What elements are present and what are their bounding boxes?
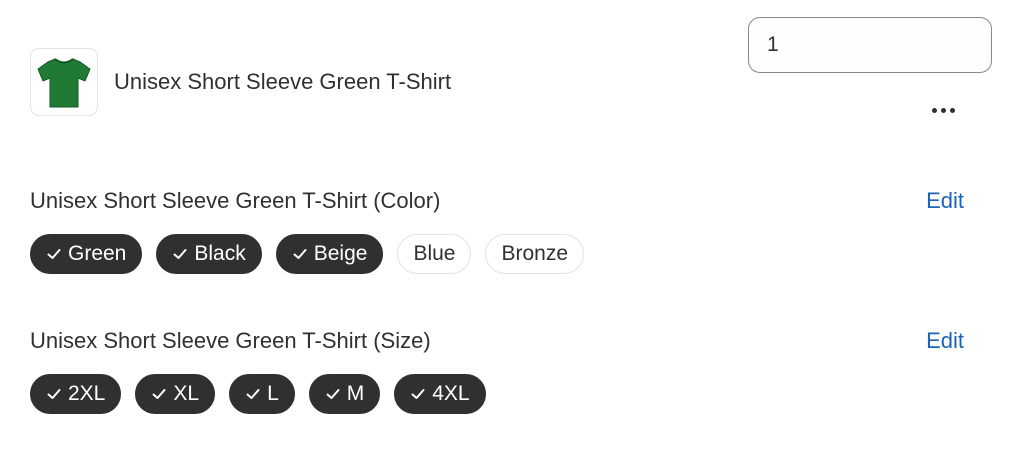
option-title: Unisex Short Sleeve Green T-Shirt (Size) [30,328,431,353]
quantity-input[interactable] [748,17,992,73]
chip-label: 4XL [432,382,470,405]
more-horizontal-icon-dot [940,107,946,113]
chip-label: L [267,382,279,405]
checkmark-icon [293,249,307,259]
more-horizontal-icon [931,107,937,113]
tshirt-icon [37,58,91,108]
option-group-color: Unisex Short Sleeve Green T-Shirt (Color… [30,186,970,274]
chip-2xl[interactable]: 2XL [30,374,122,414]
option-header: Unisex Short Sleeve Green T-Shirt (Size)… [30,326,970,356]
checkmark-icon [173,249,187,259]
product-thumbnail[interactable] [30,48,98,116]
chip-label: Green [68,242,127,265]
checkmark-icon [326,389,340,399]
chip-black[interactable]: Black [156,234,262,274]
checkmark-icon [47,249,61,259]
chip-label: XL [173,382,200,405]
option-header: Unisex Short Sleeve Green T-Shirt (Color… [30,186,970,216]
checkmark-icon [152,389,166,399]
chip-label: M [346,382,365,405]
chip-label: Blue [413,242,456,265]
chip-label: Beige [313,242,368,265]
chip-bronze[interactable]: Bronze [485,234,585,274]
product-title: Unisex Short Sleeve Green T-Shirt [114,69,452,94]
chip-beige[interactable]: Beige [275,234,384,274]
checkmark-icon [47,389,61,399]
chip-xl[interactable]: XL [135,374,216,414]
chip-green[interactable]: Green [30,234,143,274]
chip-l[interactable]: L [229,374,295,414]
edit-size-link[interactable]: Edit [926,328,964,354]
chip-m[interactable]: M [308,374,381,414]
checkmark-icon [411,389,425,399]
chip-blue[interactable]: Blue [397,234,472,274]
chip-4xl[interactable]: 4XL [394,374,486,414]
more-actions-button[interactable] [922,96,964,124]
option-title: Unisex Short Sleeve Green T-Shirt (Color… [30,188,441,213]
option-values: 2XL XL L M 4XL [30,374,970,414]
edit-color-link[interactable]: Edit [926,188,964,214]
checkmark-icon [246,389,260,399]
option-group-size: Unisex Short Sleeve Green T-Shirt (Size)… [30,326,970,414]
option-values: Green Black Beige Blue Bronze [30,234,970,274]
product-row: Unisex Short Sleeve Green T-Shirt [30,48,451,116]
chip-label: Black [194,242,246,265]
chip-label: Bronze [501,242,569,265]
chip-label: 2XL [68,382,106,405]
more-horizontal-icon-dot [949,107,955,113]
